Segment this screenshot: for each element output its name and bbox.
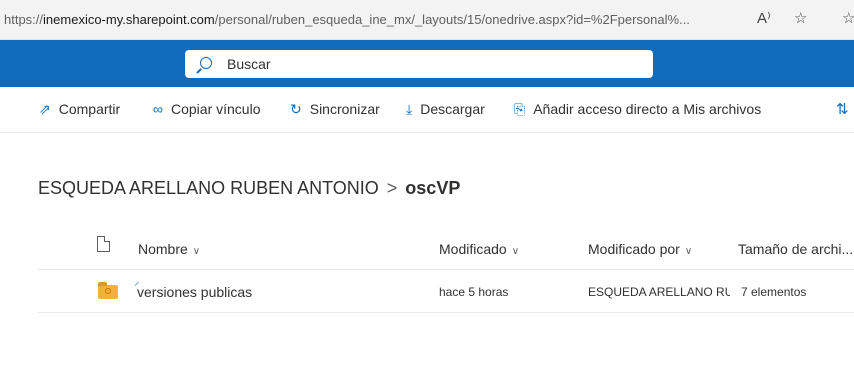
url-host: inemexico-my.sharepoint.com — [43, 12, 215, 27]
item-modified-by: ESQUEDA ARELLANO RUB — [588, 285, 730, 299]
breadcrumb: ESQUEDA ARELLANO RUBEN ANTONIO > oscVP — [38, 178, 460, 199]
item-name[interactable]: versiones publicas — [137, 284, 252, 300]
add-shortcut-button[interactable]: ⎘ Añadir acceso directo a Mis archivos — [514, 101, 761, 118]
suite-header — [0, 40, 854, 87]
breadcrumb-parent[interactable]: ESQUEDA ARELLANO RUBEN ANTONIO — [38, 178, 379, 198]
collections-icon[interactable]: ☆ — [842, 9, 854, 27]
download-button[interactable]: ⤓ Descargar — [406, 101, 485, 118]
download-icon: ⤓ — [406, 101, 413, 117]
column-header-modified-by[interactable]: Modificado por ∨ — [588, 241, 692, 257]
search-box[interactable] — [185, 50, 653, 78]
share-button[interactable]: ⇗ Compartir — [39, 101, 120, 118]
column-name-label: Nombre — [138, 241, 188, 257]
sync-icon: ↻ — [290, 101, 302, 117]
column-header-name[interactable]: Nombre ∨ — [138, 241, 200, 257]
sync-label: Sincronizar — [309, 101, 380, 117]
link-icon: ∞ — [153, 101, 163, 117]
chevron-down-icon: ∨ — [511, 246, 520, 257]
file-type-icon — [97, 236, 110, 252]
shared-folder-icon — [98, 282, 118, 299]
read-aloud-icon[interactable]: A⁾ — [757, 9, 771, 27]
browser-address-bar: https://inemexico-my.sharepoint.com/pers… — [0, 0, 854, 40]
share-label: Compartir — [58, 101, 121, 117]
add-shortcut-label: Añadir acceso directo a Mis archivos — [533, 101, 762, 117]
column-size-label: Tamaño de archi... — [738, 241, 854, 257]
chevron-down-icon: ∨ — [684, 246, 693, 257]
url-path: /personal/ruben_esqueda_ine_mx/_layouts/… — [214, 12, 690, 27]
copy-link-button[interactable]: ∞ Copiar vínculo — [153, 101, 260, 117]
row-divider — [38, 312, 854, 313]
item-modified: hace 5 horas — [439, 285, 509, 299]
search-input[interactable] — [227, 54, 627, 74]
url-field[interactable]: https://inemexico-my.sharepoint.com/pers… — [4, 12, 754, 27]
sort-icon[interactable]: ⇅ — [836, 100, 849, 118]
favorites-icon[interactable]: ☆ — [794, 9, 807, 27]
shared-person-icon — [105, 288, 111, 294]
header-divider — [38, 269, 854, 270]
breadcrumb-current: oscVP — [405, 178, 461, 198]
copy-link-label: Copiar vínculo — [170, 101, 261, 117]
search-icon — [200, 57, 212, 69]
column-header-size[interactable]: Tamaño de archi... — [738, 241, 853, 257]
column-header-modified[interactable]: Modificado ∨ — [439, 241, 519, 257]
item-size: 7 elementos — [741, 285, 807, 299]
share-icon: ⇗ — [39, 101, 51, 117]
column-modified-by-label: Modificado por — [588, 241, 680, 257]
sync-button[interactable]: ↻ Sincronizar — [290, 101, 380, 118]
breadcrumb-separator-icon: > — [386, 178, 398, 198]
command-bar: ⇗ Compartir ∞ Copiar vínculo ↻ Sincronizar … — [0, 87, 854, 133]
chevron-down-icon: ∨ — [192, 246, 201, 257]
url-prefix: https:// — [4, 12, 44, 27]
table-row[interactable]: ⸝ versiones publicas hace 5 horas ESQUED… — [38, 271, 854, 312]
column-modified-label: Modificado — [439, 241, 507, 257]
add-shortcut-icon: ⎘ — [514, 101, 526, 117]
download-label: Descargar — [420, 101, 485, 117]
